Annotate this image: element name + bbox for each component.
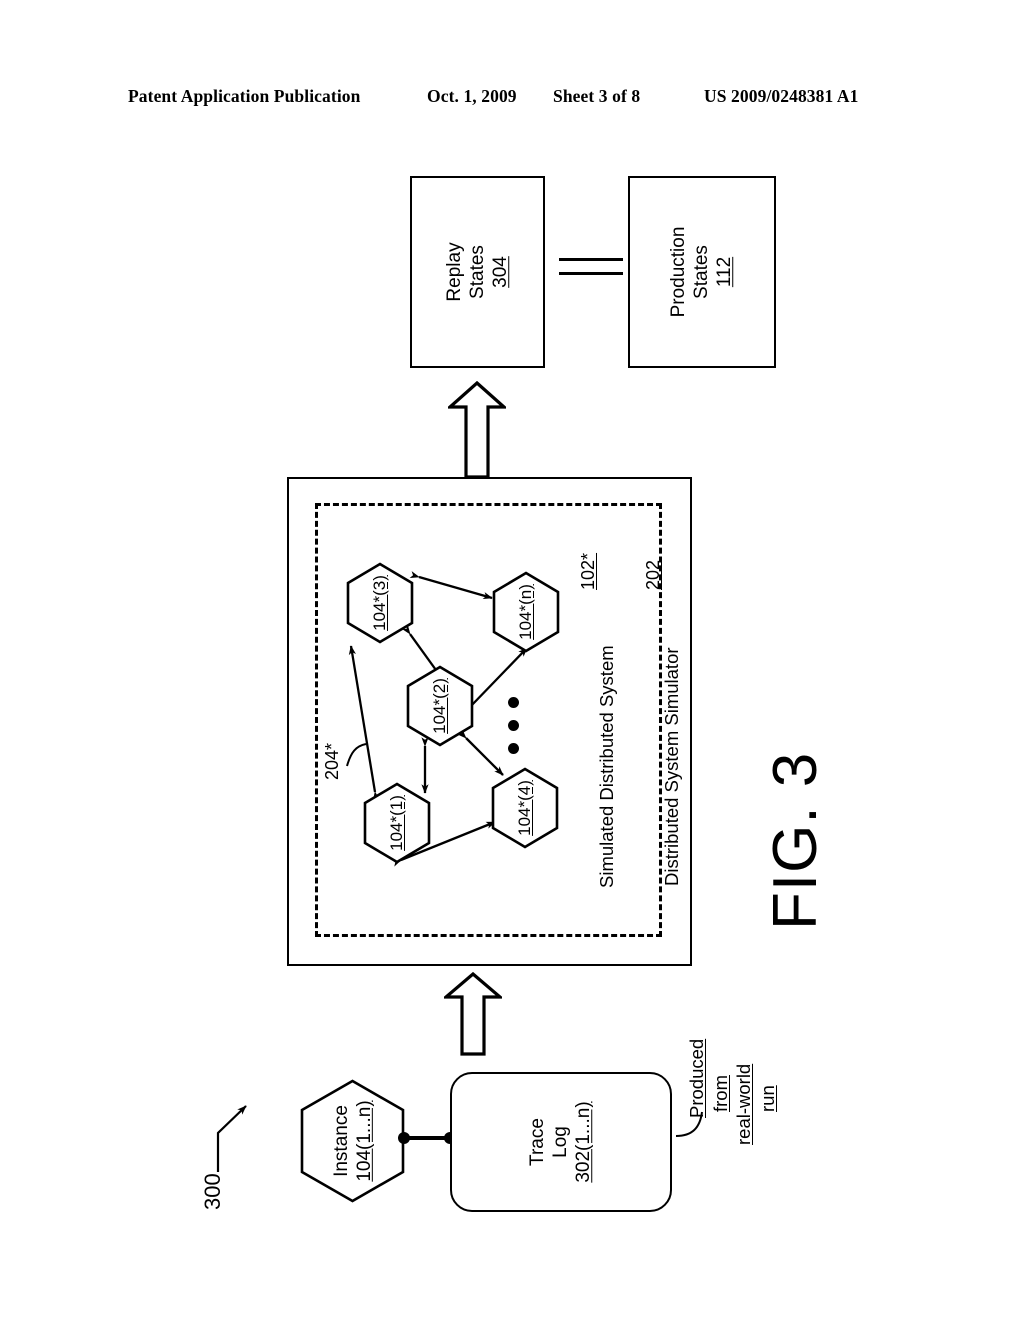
figure-reference-numeral: 300 (200, 1173, 225, 1210)
trace-log-line1: Trace (527, 1118, 549, 1166)
production-states-line1: Production (668, 226, 690, 318)
node-label-104-n: 104*(n) (516, 584, 535, 640)
connector-node-left (398, 1132, 410, 1144)
replay-states-label: Replay States 304 (443, 242, 513, 301)
node-hexagon-104-n[interactable]: 104*(n) (492, 571, 560, 653)
node-hexagon-104-3[interactable]: 104*(3) (346, 562, 414, 644)
trace-log-line2: Log (550, 1126, 572, 1158)
instance-tracelog-connector (398, 1130, 456, 1146)
node-hexagon-104-2[interactable]: 104*(2) (406, 665, 474, 747)
annotation-line-produced: Produced (686, 1038, 707, 1118)
replay-states-line1: Replay (443, 242, 465, 302)
header-sheet-text: Sheet 3 of 8 (553, 86, 641, 106)
instance-hexagon[interactable]: Instance 104(1...n) (300, 1079, 405, 1203)
header-patent-number: US 2009/0248381 A1 (704, 86, 859, 106)
ellipsis-dots (508, 697, 519, 766)
trace-log-box: Trace Log 302(1...n) (450, 1072, 672, 1212)
production-states-label: Production States 112 (667, 227, 737, 318)
annotation-line-run: run (757, 1085, 778, 1112)
distributed-system-simulator-label: Distributed System Simulator (661, 647, 682, 886)
annotation-line-realworld: real-world (733, 1063, 754, 1145)
header-date-text: Oct. 1, 2009 (427, 86, 517, 106)
simulated-distributed-system-numeral: 102* (578, 552, 598, 590)
production-states-numeral: 112 (714, 256, 736, 288)
replay-states-box: Replay States 304 (410, 176, 545, 368)
instance-numeral: 104(1...n) (353, 1100, 375, 1182)
distributed-system-simulator-numeral: 202 (643, 559, 663, 590)
ellipsis-dot (508, 697, 519, 708)
node-label-104-3: 104*(3) (370, 575, 389, 631)
replay-states-line2: States (466, 245, 488, 299)
annotation-line-from: from (710, 1075, 731, 1112)
production-states-line2: States (691, 245, 713, 299)
figure-label: FIG. 3 (761, 751, 830, 930)
equals-sign (559, 258, 623, 288)
instance-line1: Instance (330, 1105, 352, 1177)
block-arrow-up-top (445, 380, 509, 479)
header-publication-text: Patent Application Publication (128, 86, 361, 106)
node-label-104-2: 104*(2) (430, 678, 449, 734)
trace-log-label: Trace Log 302(1...n) (526, 1101, 596, 1182)
node-label-104-1: 104*(1) (387, 795, 406, 851)
leader-line-300 (216, 1105, 247, 1172)
ellipsis-dot (508, 743, 519, 754)
node-label-104-4: 104*(4) (515, 780, 534, 836)
replay-states-numeral: 304 (490, 256, 512, 288)
instance-label: Instance 104(1...n) (329, 1100, 375, 1181)
node-hexagon-104-4[interactable]: 104*(4) (491, 767, 559, 849)
trace-log-numeral: 302(1...n) (573, 1101, 595, 1183)
ellipsis-dot (508, 720, 519, 731)
simulated-distributed-system-label: Simulated Distributed System (596, 645, 617, 888)
production-states-box: Production States 112 (628, 176, 776, 368)
link-numeral-204: 204* (322, 742, 342, 780)
block-arrow-up-bottom (441, 971, 505, 1056)
node-hexagon-104-1[interactable]: 104*(1) (363, 782, 431, 864)
